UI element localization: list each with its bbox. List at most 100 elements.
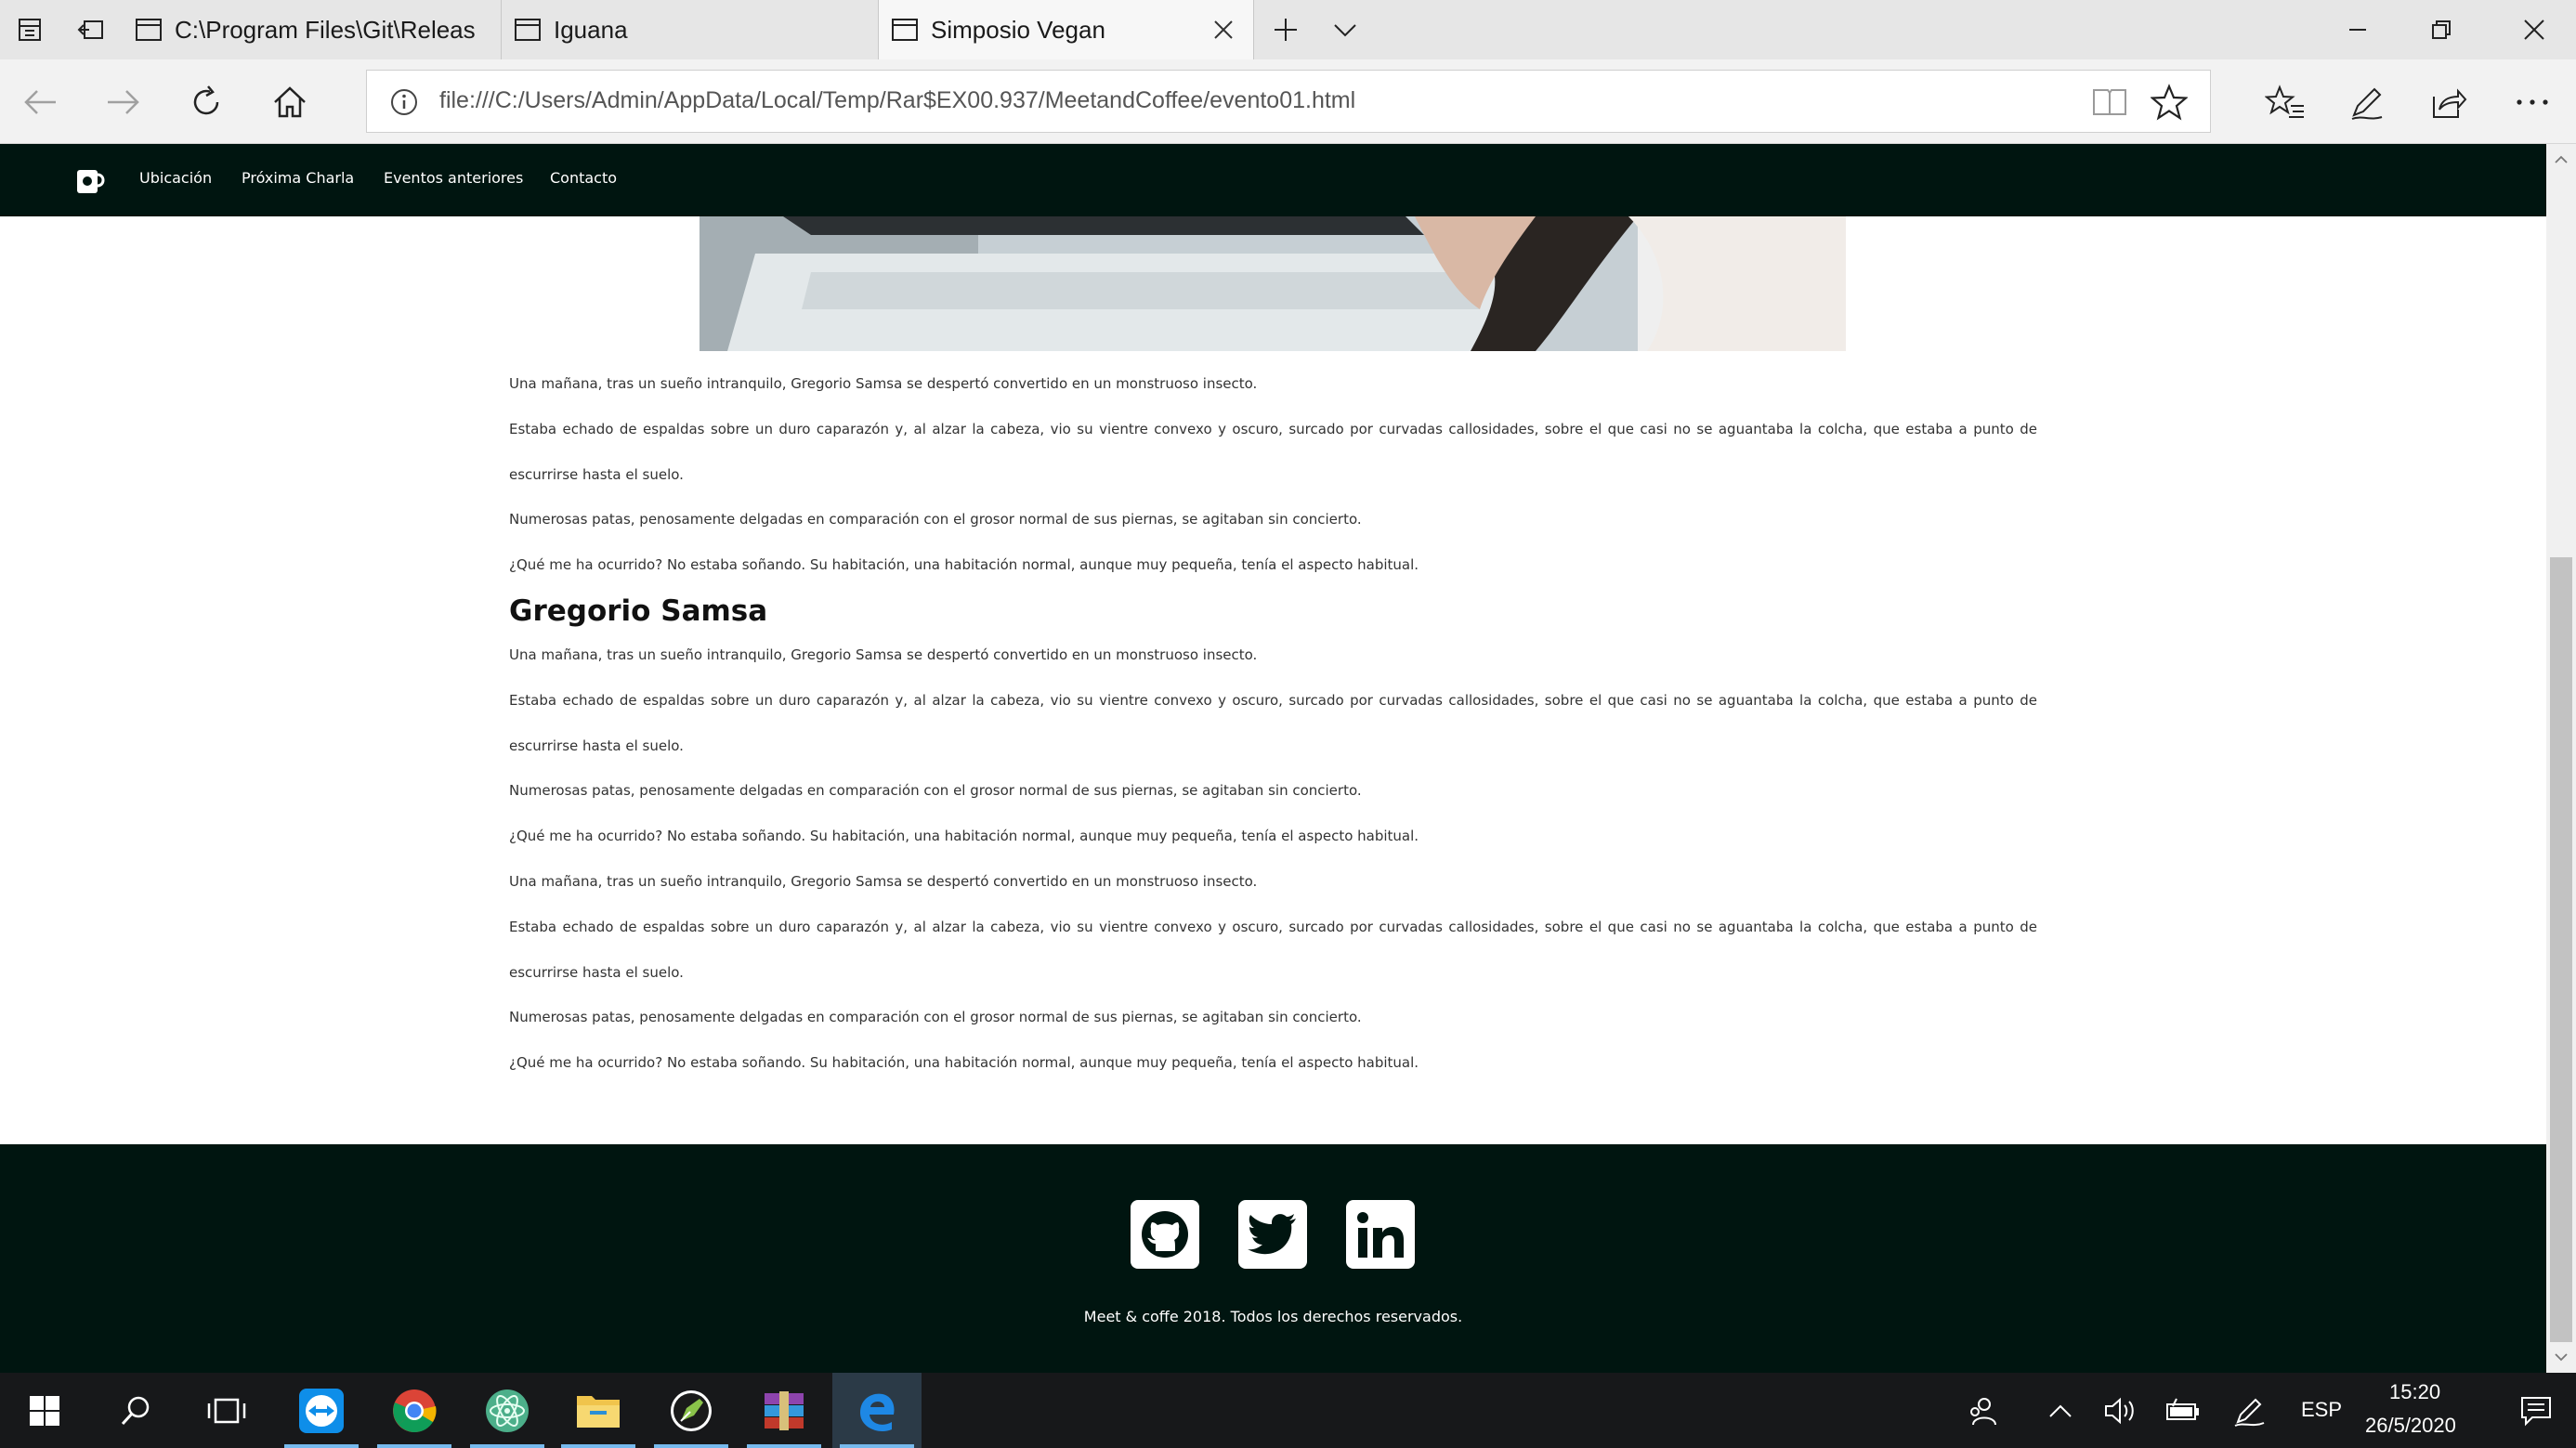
file-explorer-app[interactable] [554,1373,643,1448]
more-dots-icon [2517,99,2548,105]
restore-button[interactable] [2399,0,2483,59]
restore-icon [2432,20,2451,39]
battery-icon [2166,1398,2199,1420]
nav-contacto[interactable]: Contacto [550,169,617,187]
arrow-left-icon [24,90,56,114]
language-indicator[interactable]: ESP [2301,1398,2342,1422]
edge-app[interactable] [832,1373,922,1448]
windows-ink-button[interactable] [2215,1373,2283,1448]
laptop-photo-illustration [700,216,1846,351]
tab-iguana[interactable]: Iguana [502,0,879,59]
event-photo [700,216,1846,351]
start-button[interactable] [0,1373,89,1448]
atom-icon [486,1389,529,1432]
back-button[interactable] [11,72,71,132]
set-aside-icon [77,20,103,39]
paragraph: Estaba echado de espaldas sobre un duro … [509,420,2037,483]
copyright-text: Meet & coffe 2018. Todos los derechos re… [1083,1308,1463,1325]
scroll-thumb[interactable] [2550,557,2572,1342]
tab-manager-button[interactable] [0,0,59,59]
twitter-icon [1248,1214,1296,1255]
nav-proxima-charla[interactable]: Próxima Charla [242,169,354,187]
volume-button[interactable] [2086,1373,2155,1448]
people-icon [1970,1397,1996,1425]
info-icon[interactable] [386,84,423,121]
address-bar[interactable]: file:///C:/Users/Admin/AppData/Local/Tem… [366,70,2211,133]
site-footer: Meet & coffe 2018. Todos los derechos re… [0,1144,2546,1373]
tab-label: Simposio Vegan [931,15,1105,44]
nav-eventos-anteriores[interactable]: Eventos anteriores [384,169,523,187]
page-viewport: Ubicación Próxima Charla Eventos anterio… [0,144,2546,1373]
teamviewer-icon [299,1388,344,1433]
web-note-button[interactable] [2337,72,2397,132]
favorite-star-icon[interactable] [2151,84,2188,121]
coffee-logo-icon[interactable] [74,164,106,196]
page-icon [879,18,931,42]
home-icon [274,86,306,118]
paragraph: Numerosas patas, penosamente delgadas en… [509,782,1362,800]
share-button[interactable] [2419,72,2478,132]
windows-taskbar: ESP 15:20 26/5/2020 [0,1373,2576,1448]
paragraph: Una mañana, tras un sueño intranquilo, G… [509,375,1258,392]
site-navbar: Ubicación Próxima Charla Eventos anterio… [0,144,2546,216]
atom-app[interactable] [463,1373,552,1448]
people-button[interactable] [1942,1373,2025,1448]
pen-tool-icon [671,1389,712,1431]
windows-logo-icon [30,1395,59,1426]
archive-icon [765,1390,804,1430]
paragraph: Numerosas patas, penosamente delgadas en… [509,511,1362,528]
clock[interactable]: 15:20 26/5/2020 [2360,1373,2480,1448]
tab-git-release[interactable]: C:\Program Files\Git\Releas [123,0,502,59]
new-tab-button[interactable] [1260,0,1312,59]
nav-ubicacion[interactable]: Ubicación [139,169,212,187]
minimize-button[interactable] [2316,0,2399,59]
refresh-button[interactable] [177,72,236,132]
teamviewer-app[interactable] [277,1373,366,1448]
page-icon [502,18,554,42]
arrow-right-icon [108,90,139,114]
search-button[interactable] [91,1373,180,1448]
set-tabs-aside-button[interactable] [59,0,123,59]
page-scrollbar[interactable] [2546,144,2576,1373]
home-button[interactable] [260,72,320,132]
paragraph: Estaba echado de espaldas sobre un duro … [509,691,2037,754]
chrome-app[interactable] [370,1373,459,1448]
paragraph: Una mañana, tras un sueño intranquilo, G… [509,872,1258,890]
clock-time: 15:20 [2389,1380,2441,1403]
share-icon [2433,88,2467,118]
task-view-icon [207,1398,246,1423]
forward-button[interactable] [93,72,152,132]
more-menu-button[interactable] [2503,72,2562,132]
reading-view-icon[interactable] [2091,84,2128,121]
plus-icon [1275,19,1297,41]
winrar-app[interactable] [739,1373,829,1448]
paragraph: Estaba echado de espaldas sobre un duro … [509,918,2037,981]
scroll-down-icon[interactable] [2546,1343,2576,1371]
close-window-button[interactable] [2492,0,2576,59]
linkedin-icon [1357,1212,1404,1258]
chevron-up-icon [2049,1404,2072,1417]
paragraph: ¿Qué me ha ocurrido? No estaba soñando. … [509,1054,1419,1072]
favorites-hub-button[interactable] [2256,72,2315,132]
task-view-button[interactable] [182,1373,271,1448]
search-icon [121,1396,150,1425]
inkscape-app[interactable] [647,1373,736,1448]
battery-button[interactable] [2148,1373,2216,1448]
action-center-button[interactable] [2499,1373,2573,1448]
minimize-icon [2349,29,2366,31]
tab-label: C:\Program Files\Git\Releas [175,15,476,44]
tab-simposio-vegan[interactable]: Simposio Vegan [879,0,1254,59]
refresh-icon [193,85,219,115]
folder-icon [577,1395,620,1428]
clock-date: 26/5/2020 [2365,1414,2456,1437]
section-heading: Gregorio Samsa [509,594,768,628]
speaker-icon [2105,1397,2134,1424]
close-tab-icon[interactable] [1210,17,1236,43]
github-icon [1142,1211,1188,1258]
twitter-link[interactable] [1238,1200,1307,1269]
scroll-up-icon[interactable] [2546,146,2576,174]
github-link[interactable] [1131,1200,1199,1269]
linkedin-link[interactable] [1346,1200,1415,1269]
pen-icon [2234,1398,2265,1427]
tab-preview-button[interactable] [1319,0,1371,59]
